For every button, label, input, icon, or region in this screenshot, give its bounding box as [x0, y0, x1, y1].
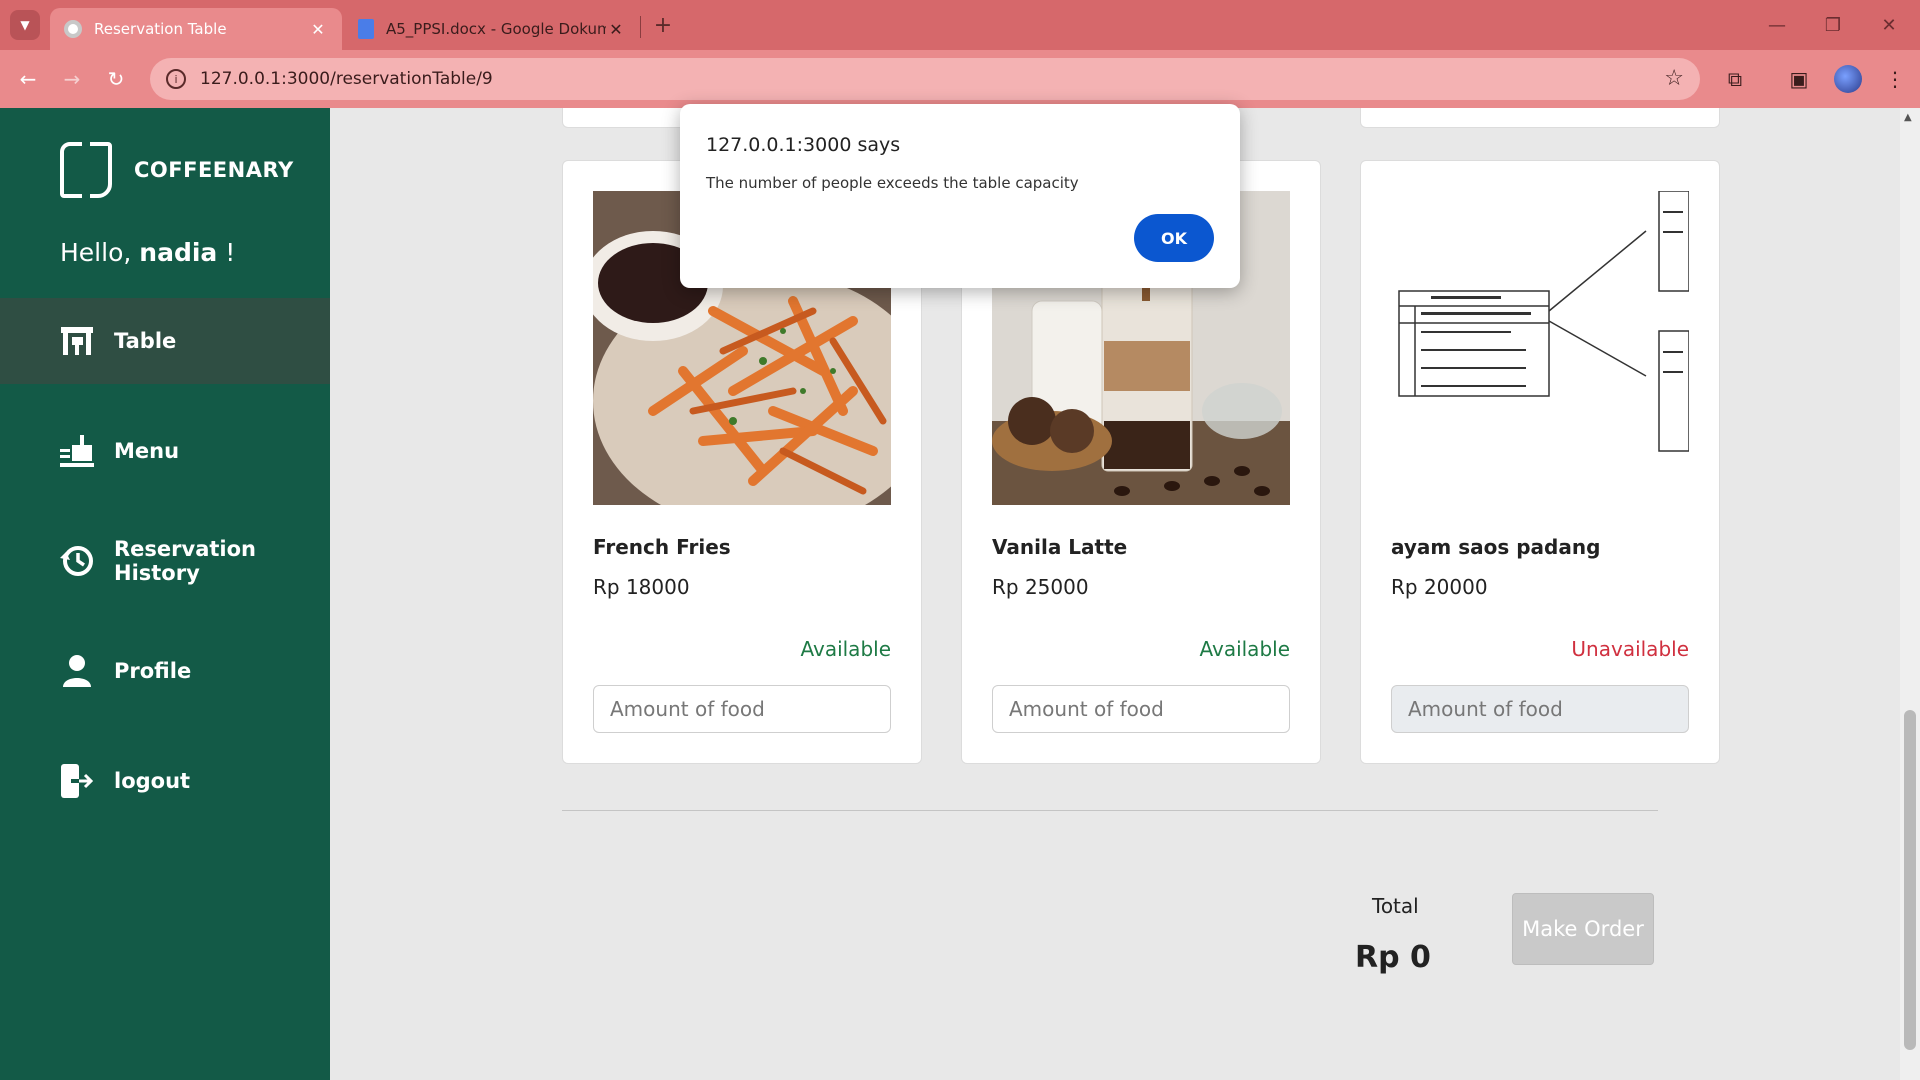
total-label: Total — [1372, 894, 1419, 918]
extensions-icon[interactable]: ⧉ — [1720, 64, 1750, 94]
divider — [562, 810, 1658, 811]
amount-of-food-input[interactable] — [1391, 685, 1689, 733]
sidebar-item-label: Reservation History — [114, 537, 256, 585]
menu-item-price: Rp 25000 — [992, 575, 1089, 599]
alert-title: 127.0.0.1:3000 says — [706, 134, 901, 156]
menu-item-price: Rp 18000 — [593, 575, 690, 599]
alert-message: The number of people exceeds the table c… — [706, 174, 1079, 192]
tab-separator — [640, 16, 641, 38]
more-menu-icon[interactable]: ⋮ — [1880, 64, 1910, 94]
sidebar-item-logout[interactable]: logout — [0, 738, 330, 824]
menu-item-price: Rp 20000 — [1391, 575, 1488, 599]
side-panel-icon[interactable]: ▣ — [1784, 64, 1814, 94]
tab-title: A5_PPSI.docx - Google Dokumen — [386, 20, 606, 38]
sidebar-item-profile[interactable]: Profile — [0, 628, 330, 714]
availability-status: Available — [1199, 637, 1290, 661]
amount-of-food-input[interactable] — [992, 685, 1290, 733]
greeting-suffix: ! — [225, 238, 236, 267]
make-order-button[interactable]: Make Order — [1512, 893, 1654, 965]
sidebar-item-label: Profile — [114, 659, 192, 683]
close-tab-icon[interactable]: ✕ — [606, 20, 626, 39]
address-url[interactable]: 127.0.0.1:3000/reservationTable/9 — [200, 69, 493, 89]
brand-name: COFFEENARY — [134, 158, 294, 182]
menu-item-name: Vanila Latte — [992, 535, 1128, 559]
restore-window-icon[interactable]: ❐ — [1810, 8, 1856, 42]
tab-reservation-table[interactable]: Reservation Table ✕ — [50, 8, 342, 50]
alert-dialog: 127.0.0.1:3000 says The number of people… — [680, 104, 1240, 288]
greeting: Hello, nadia ! — [60, 238, 235, 267]
history-icon — [60, 544, 94, 578]
profile-avatar[interactable] — [1834, 65, 1862, 93]
tab-search-button[interactable]: ▼ — [10, 10, 40, 40]
reload-icon[interactable]: ↻ — [100, 63, 132, 95]
tab-title: Reservation Table — [94, 20, 227, 38]
food-tray-icon — [60, 434, 94, 468]
menu-card-partial — [1360, 108, 1720, 128]
globe-favicon-icon — [64, 20, 82, 38]
sidebar-item-reservation-history[interactable]: Reservation History — [0, 518, 330, 604]
sidebar-item-label: logout — [114, 769, 191, 793]
browser-toolbar: ← → ↻ i 127.0.0.1:3000/reservationTable/… — [0, 50, 1920, 108]
bookmark-star-icon[interactable]: ☆ — [1664, 66, 1684, 91]
person-icon — [60, 654, 94, 688]
menu-card-ayam-saos-padang: ayam saos padang Rp 20000 Unavailable — [1360, 160, 1720, 764]
browser-tab-bar: ▼ Reservation Table ✕ A5_PPSI.docx - Goo… — [0, 0, 1920, 50]
sidebar-item-table[interactable]: Table — [0, 298, 330, 384]
close-tab-icon[interactable]: ✕ — [308, 20, 328, 39]
close-window-icon[interactable]: ✕ — [1866, 8, 1912, 42]
sidebar: COFFEENARY Hello, nadia ! Table Menu Res… — [0, 108, 330, 1080]
minimize-window-icon[interactable]: — — [1754, 8, 1800, 42]
greeting-username: nadia — [139, 238, 218, 267]
sidebar-item-menu[interactable]: Menu — [0, 408, 330, 494]
docs-favicon-icon — [358, 19, 374, 39]
back-arrow-icon[interactable]: ← — [12, 63, 44, 95]
site-info-icon[interactable]: i — [166, 69, 186, 89]
amount-of-food-input[interactable] — [593, 685, 891, 733]
sidebar-item-label: Menu — [114, 439, 180, 463]
food-image — [1391, 191, 1689, 505]
menu-item-name: ayam saos padang — [1391, 535, 1601, 559]
table-icon — [60, 324, 94, 358]
new-tab-button[interactable]: + — [648, 10, 678, 40]
scrollbar-thumb[interactable] — [1904, 710, 1916, 1050]
brand: COFFEENARY — [60, 142, 294, 198]
total-value: Rp 0 — [1355, 940, 1431, 975]
availability-status: Available — [800, 637, 891, 661]
forward-arrow-icon[interactable]: → — [56, 63, 88, 95]
address-bar[interactable]: i 127.0.0.1:3000/reservationTable/9 ☆ — [150, 58, 1700, 100]
menu-item-name: French Fries — [593, 535, 731, 559]
alert-ok-button[interactable]: OK — [1134, 214, 1214, 262]
greeting-text: Hello, — [60, 238, 132, 267]
logout-icon — [60, 764, 94, 798]
coffeenary-logo-icon — [60, 142, 112, 198]
tab-google-docs[interactable]: A5_PPSI.docx - Google Dokumen ✕ — [344, 8, 640, 50]
chevron-down-icon: ▼ — [20, 18, 30, 32]
scroll-up-arrow-icon[interactable]: ▲ — [1904, 112, 1912, 123]
availability-status: Unavailable — [1571, 637, 1689, 661]
sidebar-item-label: Table — [114, 329, 177, 353]
